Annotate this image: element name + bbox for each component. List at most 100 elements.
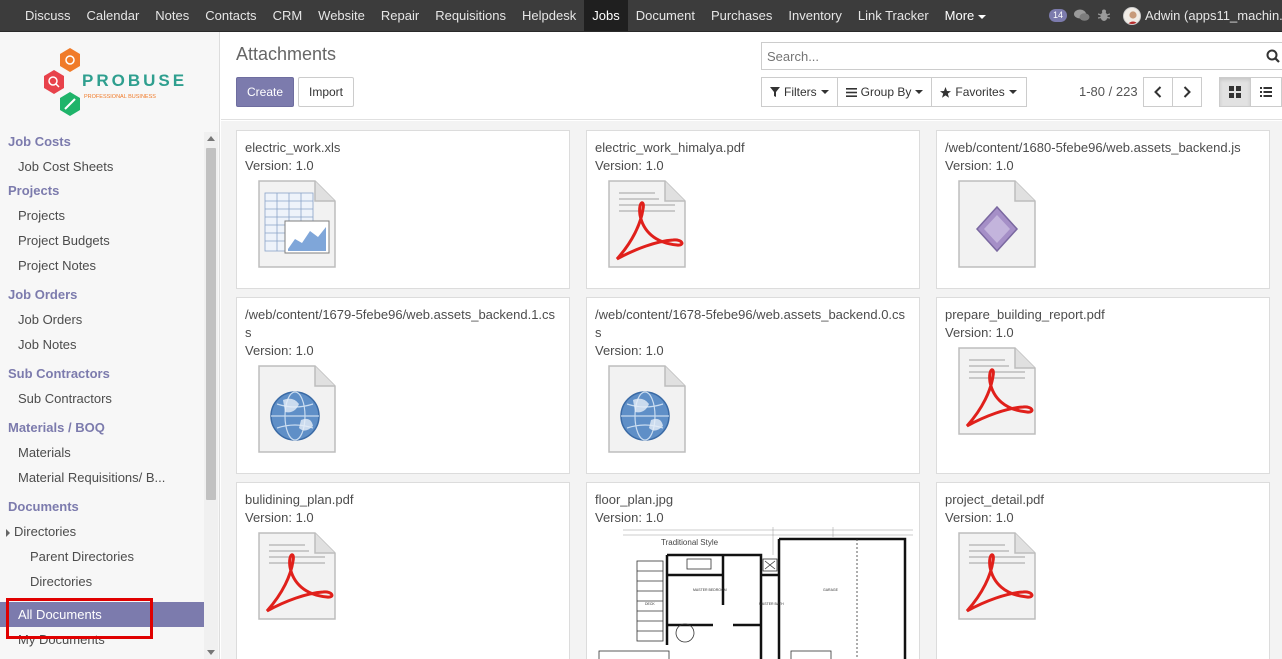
sidebar-item-all-documents[interactable]: All Documents (0, 602, 204, 627)
attachment-name: electric_work_himalya.pdf (595, 140, 745, 155)
section-projects: Projects (8, 183, 60, 198)
sidebar-item-project-budgets[interactable]: Project Budgets (0, 228, 204, 253)
sidebar-item-sub-contractors[interactable]: Sub Contractors (0, 386, 204, 411)
import-button[interactable]: Import (298, 77, 354, 107)
chat-bubbles-icon[interactable] (1071, 0, 1093, 31)
attachment-name: /web/content/1679-5febe96/web.assets_bac… (245, 307, 556, 340)
nav-link-tracker[interactable]: Link Tracker (850, 0, 937, 31)
filters-dropdown[interactable]: Filters (761, 77, 838, 107)
nav-document[interactable]: Document (628, 0, 703, 31)
attachment-card[interactable]: electric_work.xls Version: 1.0 (236, 130, 570, 289)
floorplan-title: Traditional Style (661, 538, 719, 547)
pdf-icon (258, 532, 336, 620)
sidebar-item-project-notes[interactable]: Project Notes (0, 253, 204, 278)
sidebar-item-label: Directories (14, 524, 77, 539)
nav-more-dropdown[interactable]: More (937, 0, 995, 31)
user-avatar[interactable] (1123, 6, 1141, 25)
notification-badge[interactable]: 14 (1048, 9, 1067, 22)
pdf-icon (608, 180, 686, 268)
kanban-view-button[interactable] (1219, 77, 1251, 107)
sidebar-item-my-documents[interactable]: My Documents (0, 627, 204, 652)
attachment-card[interactable]: project_detail.pdf Version: 1.0 (936, 482, 1270, 659)
pager-value[interactable]: 1-80 / 223 (1079, 84, 1138, 99)
pdf-icon (958, 347, 1036, 435)
sidebar-scrollbar[interactable] (204, 132, 218, 659)
kanban-view: electric_work.xls Version: 1.0 electric_… (221, 121, 1282, 659)
room-label: MASTER BATH (759, 602, 784, 606)
caret-down-icon (915, 90, 924, 94)
attachment-name: prepare_building_report.pdf (945, 307, 1105, 322)
attachment-name: electric_work.xls (245, 140, 341, 155)
sidebar-item-directories[interactable]: Directories (0, 569, 204, 594)
logo-tagline: PROFESSIONAL BUSINESS (84, 94, 156, 100)
chevron-right-icon (1183, 86, 1191, 98)
attachment-version: Version: 1.0 (245, 510, 314, 525)
attachment-version: Version: 1.0 (945, 158, 1014, 173)
attachment-card[interactable]: floor_plan.jpg Version: 1.0 Traditional … (586, 482, 920, 659)
nav-requisitions[interactable]: Requisitions (427, 0, 514, 31)
nav-discuss[interactable]: Discuss (17, 0, 79, 31)
nav-website[interactable]: Website (310, 0, 373, 31)
nav-crm[interactable]: CRM (265, 0, 311, 31)
filter-funnel-icon (770, 87, 780, 97)
nav-helpdesk[interactable]: Helpdesk (514, 0, 584, 31)
list-bars-icon (845, 87, 857, 97)
javascript-file-icon (958, 180, 1036, 268)
attachment-card[interactable]: /web/content/1680-5febe96/web.assets_bac… (936, 130, 1270, 289)
room-label: MASTER BEDROOM (693, 588, 727, 592)
app-menu: Discuss Calendar Notes Contacts CRM Webs… (0, 0, 994, 31)
pager-previous-button[interactable] (1143, 77, 1173, 107)
search-bar (761, 42, 1282, 70)
pdf-icon (958, 532, 1036, 620)
scroll-down-arrow-icon[interactable] (207, 650, 215, 655)
nav-contacts[interactable]: Contacts (197, 0, 264, 31)
favorites-dropdown[interactable]: Favorites (931, 77, 1028, 107)
nav-inventory[interactable]: Inventory (780, 0, 849, 31)
sidebar-item-directories-toggle[interactable]: Directories (0, 519, 204, 544)
sidebar-item-materials[interactable]: Materials (0, 440, 204, 465)
search-icon[interactable] (1266, 49, 1280, 66)
floor-plan-image: Traditional Style MASTER BEDROOM GARAGE … (593, 525, 913, 659)
grid-icon (1229, 86, 1241, 98)
star-icon (940, 86, 952, 98)
search-input[interactable] (762, 43, 1242, 69)
attachment-card[interactable]: bulidining_plan.pdf Version: 1.0 (236, 482, 570, 659)
section-job-orders: Job Orders (8, 287, 78, 302)
pager-next-button[interactable] (1172, 77, 1202, 107)
attachment-card[interactable]: electric_work_himalya.pdf Version: 1.0 (586, 130, 920, 289)
user-name[interactable]: Adwin (apps11_machin... (1145, 8, 1282, 23)
sidebar: PROBUSE PROFESSIONAL BUSINESS Job Costs … (0, 32, 220, 659)
list-view-button[interactable] (1250, 77, 1282, 107)
page-title: Attachments (236, 44, 337, 64)
filters-label: Filters (784, 85, 817, 99)
attachment-name: project_detail.pdf (945, 492, 1045, 507)
scroll-up-arrow-icon[interactable] (207, 136, 215, 141)
web-file-icon (608, 365, 686, 453)
bug-icon[interactable] (1093, 0, 1115, 31)
create-button[interactable]: Create (236, 77, 294, 107)
nav-repair[interactable]: Repair (373, 0, 427, 31)
nav-notes[interactable]: Notes (147, 0, 197, 31)
sidebar-item-job-orders[interactable]: Job Orders (0, 307, 204, 332)
attachment-card[interactable]: prepare_building_report.pdf Version: 1.0 (936, 297, 1270, 474)
nav-jobs[interactable]: Jobs (584, 0, 628, 31)
attachment-version: Version: 1.0 (595, 343, 664, 358)
search-options: Filters Group By Favorites (761, 77, 1028, 107)
sidebar-item-job-notes[interactable]: Job Notes (0, 332, 204, 357)
sidebar-item-material-requisitions[interactable]: Material Requisitions/ B... (0, 465, 204, 490)
caret-down-icon (1008, 90, 1017, 94)
sidebar-item-parent-directories[interactable]: Parent Directories (0, 544, 204, 569)
attachment-version: Version: 1.0 (245, 343, 314, 358)
nav-purchases[interactable]: Purchases (703, 0, 780, 31)
group-by-dropdown[interactable]: Group By (836, 77, 933, 107)
section-job-costs: Job Costs (8, 134, 71, 149)
attachment-version: Version: 1.0 (245, 158, 314, 173)
sidebar-item-projects[interactable]: Projects (0, 203, 204, 228)
scroll-thumb[interactable] (206, 148, 216, 500)
attachment-card[interactable]: /web/content/1678-5febe96/web.assets_bac… (586, 297, 920, 474)
chevron-left-icon (1154, 86, 1162, 98)
attachment-card[interactable]: /web/content/1679-5febe96/web.assets_bac… (236, 297, 570, 474)
section-documents: Documents (8, 499, 79, 514)
nav-calendar[interactable]: Calendar (79, 0, 148, 31)
sidebar-item-job-cost-sheets[interactable]: Job Cost Sheets (0, 154, 204, 179)
